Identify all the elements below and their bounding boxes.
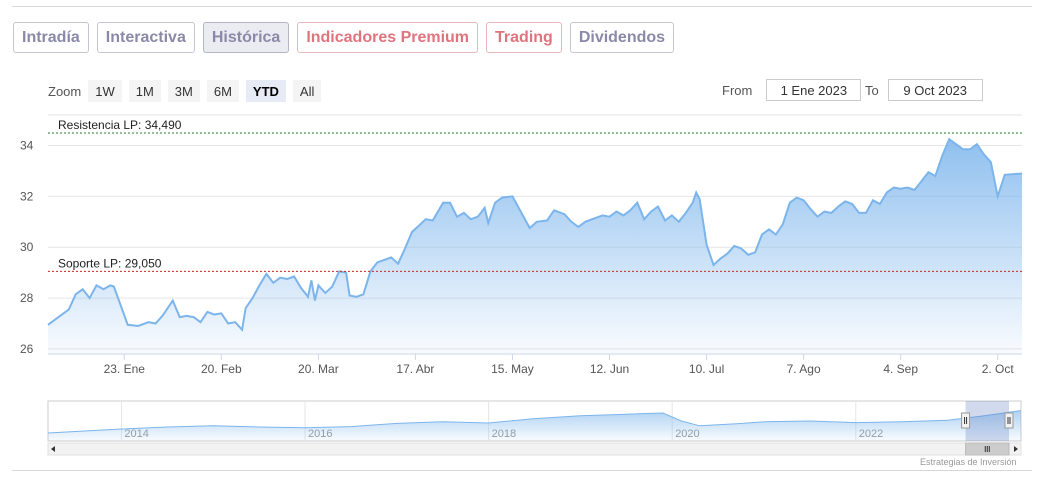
- scrollbar-track: [47, 442, 1022, 456]
- x-tick-label: 17. Abr: [396, 362, 434, 376]
- price-chart[interactable]: 26 28 30 32 34 Resistencia LP: 34,490 Soporte …: [0, 0, 1044, 479]
- x-tick-label: 20. Feb: [201, 362, 242, 376]
- x-tick-label: 20. Mar: [298, 362, 339, 376]
- y-tick-label: 30: [20, 240, 34, 254]
- bottom-divider: [12, 470, 1032, 471]
- x-tick-label: 2. Oct: [982, 362, 1015, 376]
- y-tick-label: 28: [20, 291, 34, 305]
- navigator-selection: [965, 401, 1009, 441]
- handle-body: [1004, 412, 1014, 429]
- y-tick-label: 34: [20, 139, 34, 153]
- x-tick-label: 23. Ene: [104, 362, 146, 376]
- resistance-label: Resistencia LP: 34,490: [58, 118, 182, 132]
- price-area: [48, 139, 1022, 354]
- x-tick-label: 10. Jul: [689, 362, 724, 376]
- x-tick-label: 15. May: [491, 362, 534, 376]
- x-tick-label: 7. Ago: [787, 362, 821, 376]
- y-tick-label: 26: [20, 342, 34, 356]
- navigator-left-handle[interactable]: [961, 412, 971, 429]
- y-tick-label: 32: [20, 189, 34, 203]
- handle-body: [961, 412, 971, 429]
- navigator-right-handle[interactable]: [1004, 412, 1014, 429]
- x-tick-label: 12. Jun: [590, 362, 629, 376]
- support-label: Soporte LP: 29,050: [58, 256, 162, 270]
- chart-credits[interactable]: Estrategias de Inversión: [920, 457, 1017, 467]
- x-tick-label: 4. Sep: [883, 362, 918, 376]
